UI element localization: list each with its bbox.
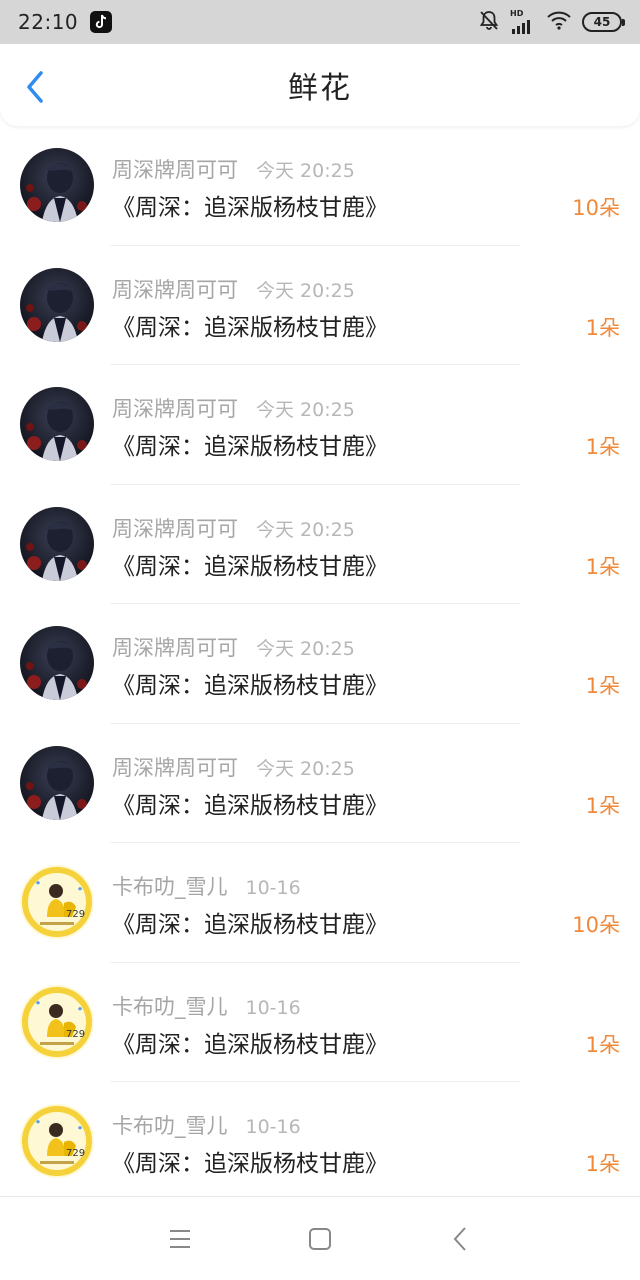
back-button[interactable] — [18, 70, 52, 104]
avatar[interactable] — [20, 267, 94, 342]
status-time: 22:10 — [18, 10, 79, 34]
timestamp: 今天 20:25 — [256, 160, 355, 182]
header: 鲜花 — [0, 44, 640, 126]
flower-count: 1朵 — [585, 435, 620, 459]
tiktok-notification-icon — [90, 11, 113, 33]
svg-text:729: 729 — [66, 1148, 85, 1159]
user-name[interactable]: 卡布叻_雪儿 — [112, 871, 228, 901]
status-bar: 22:10 HD 45 — [0, 0, 640, 44]
item-meta: 卡布叻_雪儿 10-16 — [112, 871, 301, 901]
work-title[interactable]: 《周深：追深版杨枝甘鹿》 — [112, 547, 388, 581]
item-meta: 周深牌周可可 今天 20:25 — [112, 274, 355, 304]
flower-count: 10朵 — [572, 913, 620, 937]
item-meta: 周深牌周可可 今天 20:25 — [112, 513, 355, 543]
timestamp: 10-16 — [245, 877, 301, 899]
avatar[interactable] — [20, 626, 94, 700]
flower-count: 1朵 — [585, 315, 620, 340]
status-right: HD 45 — [478, 9, 625, 35]
system-nav-bar — [0, 1196, 640, 1280]
wifi-icon — [546, 10, 572, 34]
flower-count: 1朵 — [585, 1152, 620, 1176]
work-title[interactable]: 《周深：追深版杨枝甘鹿》 — [112, 786, 388, 820]
back-icon — [453, 1226, 466, 1251]
menu-button[interactable] — [160, 1219, 200, 1259]
list-item[interactable]: 周深牌周可可 今天 20:25 《周深：追深版杨枝甘鹿》 1朵 — [0, 365, 640, 485]
work-title[interactable]: 《周深：追深版杨枝甘鹿》 — [112, 1144, 388, 1178]
list-item[interactable]: 729 卡布叻_雪儿 10-16 《周深：追深版杨枝甘鹿》 1朵 — [0, 963, 640, 1083]
svg-text:729: 729 — [66, 1029, 85, 1040]
home-icon — [309, 1227, 331, 1250]
work-title[interactable]: 《周深：追深版杨枝甘鹿》 — [112, 666, 388, 700]
list-item[interactable]: 周深牌周可可 今天 20:25 《周深：追深版杨枝甘鹿》 1朵 — [0, 604, 640, 724]
home-button[interactable] — [300, 1219, 340, 1259]
back-arrow-icon — [27, 71, 43, 103]
item-meta: 周深牌周可可 今天 20:25 — [112, 393, 355, 423]
flower-list: 周深牌周可可 今天 20:25 《周深：追深版杨枝甘鹿》 10朵 周深牌周可可 今天 20… — [0, 126, 640, 1196]
avatar[interactable] — [20, 745, 94, 820]
user-name[interactable]: 卡布叻_雪儿 — [112, 991, 228, 1021]
timestamp: 今天 20:25 — [256, 399, 355, 421]
timestamp: 今天 20:25 — [256, 518, 355, 541]
user-name[interactable]: 卡布叻_雪儿 — [112, 1110, 228, 1140]
timestamp: 今天 20:25 — [256, 757, 355, 780]
item-meta: 卡布叻_雪儿 10-16 — [112, 991, 301, 1021]
user-name[interactable]: 周深牌周可可 — [112, 393, 238, 423]
system-back-button[interactable] — [440, 1219, 480, 1259]
svg-text:729: 729 — [66, 909, 85, 920]
flower-count: 1朵 — [585, 554, 620, 579]
menu-icon — [170, 1229, 190, 1248]
avatar[interactable] — [20, 506, 94, 581]
timestamp: 今天 20:25 — [256, 279, 355, 302]
network-label: HD — [510, 9, 524, 18]
status-left: 22:10 — [18, 10, 113, 34]
work-title[interactable]: 《周深：追深版杨枝甘鹿》 — [112, 1025, 388, 1059]
battery-indicator: 45 — [582, 12, 625, 32]
flower-count: 1朵 — [585, 674, 620, 698]
work-title[interactable]: 《周深：追深版杨枝甘鹿》 — [112, 308, 388, 342]
avatar[interactable]: 729 — [20, 984, 94, 1059]
timestamp: 10-16 — [245, 996, 301, 1019]
list-item[interactable]: 729 卡布叻_雪儿 10-16 《周深：追深版杨枝甘鹿》 10朵 — [0, 843, 640, 963]
item-meta: 周深牌周可可 今天 20:25 — [112, 154, 355, 184]
user-name[interactable]: 周深牌周可可 — [112, 632, 238, 662]
list-item[interactable]: 周深牌周可可 今天 20:25 《周深：追深版杨枝甘鹿》 1朵 — [0, 485, 640, 605]
avatar[interactable] — [20, 148, 94, 222]
avatar[interactable] — [20, 387, 94, 461]
avatar[interactable]: 729 — [20, 1104, 94, 1178]
user-name[interactable]: 周深牌周可可 — [112, 513, 238, 543]
list-item[interactable]: 729 卡布叻_雪儿 10-16 《周深：追深版杨枝甘鹿》 1朵 — [0, 1082, 640, 1196]
user-name[interactable]: 周深牌周可可 — [112, 274, 238, 304]
flower-count: 1朵 — [585, 793, 620, 818]
item-meta: 周深牌周可可 今天 20:25 — [112, 752, 355, 782]
timestamp: 10-16 — [245, 1116, 301, 1138]
list-item[interactable]: 周深牌周可可 今天 20:25 《周深：追深版杨枝甘鹿》 10朵 — [0, 126, 640, 246]
avatar[interactable]: 729 — [20, 865, 94, 939]
signal-icon: HD — [510, 10, 536, 34]
page-title: 鲜花 — [288, 71, 352, 106]
user-name[interactable]: 周深牌周可可 — [112, 154, 238, 184]
flower-count: 10朵 — [572, 196, 620, 220]
list-item[interactable]: 周深牌周可可 今天 20:25 《周深：追深版杨枝甘鹿》 1朵 — [0, 246, 640, 366]
mute-bell-icon — [478, 9, 500, 35]
user-name[interactable]: 周深牌周可可 — [112, 752, 238, 782]
list-item[interactable]: 周深牌周可可 今天 20:25 《周深：追深版杨枝甘鹿》 1朵 — [0, 724, 640, 844]
timestamp: 今天 20:25 — [256, 638, 355, 660]
work-title[interactable]: 《周深：追深版杨枝甘鹿》 — [112, 905, 388, 939]
item-meta: 卡布叻_雪儿 10-16 — [112, 1110, 301, 1140]
flower-count: 1朵 — [585, 1032, 620, 1057]
work-title[interactable]: 《周深：追深版杨枝甘鹿》 — [112, 188, 388, 222]
work-title[interactable]: 《周深：追深版杨枝甘鹿》 — [112, 427, 388, 461]
item-meta: 周深牌周可可 今天 20:25 — [112, 632, 355, 662]
